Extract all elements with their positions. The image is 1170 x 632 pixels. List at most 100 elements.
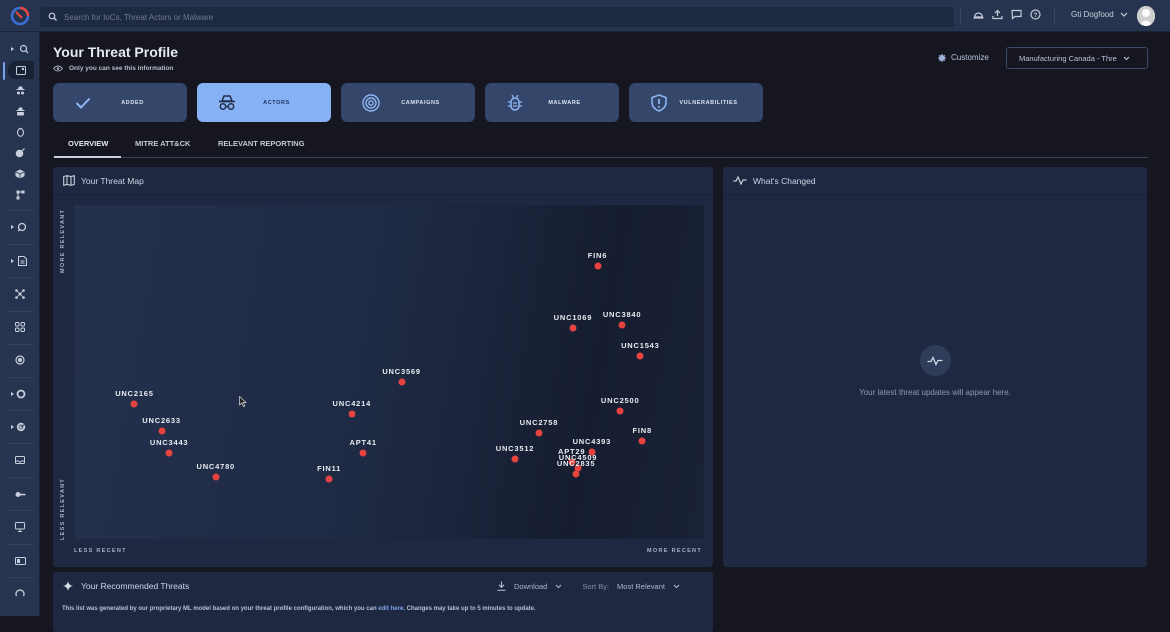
tab-overview[interactable]: OVERVIEW <box>68 139 108 148</box>
threat-actor-dot[interactable] <box>359 449 367 457</box>
threat-actor-dot[interactable] <box>130 400 138 408</box>
tab-relevant-reporting[interactable]: RELEVANT REPORTING <box>218 139 305 148</box>
note-text: This list was generated by our proprieta… <box>62 606 379 612</box>
sidebar-item-keys[interactable] <box>0 486 40 502</box>
sidebar-item-malware[interactable] <box>0 124 40 140</box>
threat-actor-label[interactable]: UNC4214 <box>333 399 372 408</box>
threat-actor-label[interactable]: FIN8 <box>633 426 652 435</box>
app-logo-icon[interactable] <box>10 6 30 26</box>
threat-actor-dot[interactable] <box>535 429 543 437</box>
sidebar-item-campaigns[interactable] <box>0 145 40 161</box>
eye-icon <box>53 65 63 72</box>
global-search[interactable] <box>40 7 954 27</box>
threat-actor-label[interactable]: UNC3443 <box>150 438 189 447</box>
recommended-threats-panel: Your Recommended Threats Download Sort B… <box>53 572 713 632</box>
card-label: CAMPAIGNS <box>401 99 440 106</box>
sidebar-item-monitor[interactable] <box>0 519 40 535</box>
sidebar <box>0 32 40 616</box>
pulse-icon <box>919 345 951 376</box>
card-campaigns[interactable]: CAMPAIGNS <box>341 83 475 122</box>
threat-actor-dot[interactable] <box>569 324 577 332</box>
avatar[interactable] <box>1137 6 1155 26</box>
card-malware[interactable]: MALWARE <box>485 83 619 122</box>
sidebar-item-radar[interactable] <box>1 419 41 435</box>
threat-actor-label[interactable]: UNC1069 <box>554 313 593 322</box>
whats-changed-title: What's Changed <box>753 175 816 186</box>
active-tab-indicator <box>54 156 121 158</box>
sidebar-item-actors-alt[interactable] <box>0 103 40 119</box>
threat-actor-label[interactable]: APT41 <box>349 438 376 447</box>
bell-dome-icon[interactable] <box>972 8 984 20</box>
threat-actor-label[interactable]: UNC2500 <box>601 396 640 405</box>
hunt-icon <box>17 222 27 232</box>
threat-actor-dot[interactable] <box>616 407 624 415</box>
threat-map-plot[interactable]: FIN6 UNC1069 UNC3840 UNC1543 UNC3569 UNC2165 U… <box>74 205 704 539</box>
sidebar-item-integrations[interactable] <box>0 319 40 335</box>
threat-actor-dot[interactable] <box>165 449 173 457</box>
sidebar-item-packages[interactable] <box>0 166 40 182</box>
threat-actor-dot[interactable] <box>636 352 644 360</box>
sidebar-divider <box>8 344 34 345</box>
sidebar-divider <box>8 443 34 444</box>
threat-profile-select[interactable]: Manufacturing Canada - Thre <box>1006 47 1148 69</box>
threat-profile-icon <box>16 65 26 75</box>
help-icon[interactable]: ? <box>1029 8 1041 20</box>
sidebar-item-reports[interactable] <box>2 253 42 269</box>
threat-actor-label[interactable]: FIN11 <box>317 464 341 473</box>
user-menu[interactable]: Gti Dogfood <box>1071 10 1128 19</box>
threat-actor-label[interactable]: UNC4393 <box>573 437 612 446</box>
threat-actor-dot[interactable] <box>638 437 646 445</box>
card-added[interactable]: ADDED <box>53 83 187 122</box>
edit-profile-link[interactable]: edit here <box>378 606 403 612</box>
threat-actor-dot[interactable] <box>398 378 406 386</box>
threat-actor-label[interactable]: UNC3840 <box>603 310 642 319</box>
threat-actor-dot[interactable] <box>325 475 333 483</box>
threat-actor-dot[interactable] <box>158 427 166 435</box>
chat-icon[interactable] <box>1010 8 1022 20</box>
sidebar-item-hunt[interactable] <box>2 219 42 235</box>
x-axis-left-label: LESS RECENT <box>74 548 127 554</box>
customize-button[interactable]: Customize <box>938 53 989 62</box>
threat-actor-label[interactable]: UNC4780 <box>196 462 235 471</box>
sort-select[interactable]: Most Relevant <box>617 582 680 591</box>
card-actors[interactable]: ACTORS <box>197 83 331 122</box>
threat-actor-label[interactable]: FIN6 <box>588 251 607 260</box>
sidebar-item-inbox[interactable] <box>0 452 40 468</box>
sidebar-item-refresh[interactable] <box>0 586 40 602</box>
mouse-cursor-icon <box>239 396 247 407</box>
sidebar-item-graph[interactable] <box>0 187 40 203</box>
sidebar-item-card[interactable] <box>0 553 40 569</box>
threat-actor-dot[interactable] <box>618 321 626 329</box>
threat-actor-dot[interactable] <box>572 470 580 478</box>
sidebar-item-threat-search[interactable] <box>4 41 44 57</box>
sidebar-item-threat-profile[interactable] <box>8 61 34 79</box>
threat-actor-dot[interactable] <box>212 473 220 481</box>
package-icon <box>15 169 25 179</box>
threat-actor-label[interactable]: UNC3512 <box>496 444 535 453</box>
recommended-actions: Download Sort By: Most Relevant <box>497 581 680 591</box>
threat-actor-dot[interactable] <box>594 262 602 270</box>
threat-actor-label[interactable]: UNC2165 <box>115 389 154 398</box>
threat-actor-label[interactable]: UNC2758 <box>520 418 559 427</box>
threat-actor-label[interactable]: UNC1543 <box>621 341 660 350</box>
sidebar-divider <box>8 577 34 578</box>
upload-icon[interactable] <box>991 8 1003 20</box>
threat-search-icon <box>19 44 29 54</box>
threat-actor-label[interactable]: UNC2835 <box>557 459 596 468</box>
card-vulnerabilities[interactable]: VULNERABILITIES <box>629 83 763 122</box>
sidebar-item-ring[interactable] <box>1 386 41 402</box>
tab-mitre-attack[interactable]: MITRE ATT&CK <box>135 139 190 148</box>
threat-actor-label[interactable]: UNC3569 <box>382 367 421 376</box>
sidebar-item-network[interactable] <box>0 286 40 302</box>
sidebar-item-target[interactable] <box>0 352 40 368</box>
download-button[interactable]: Download <box>497 581 562 591</box>
threat-actor-dot[interactable] <box>348 410 356 418</box>
page-title: Your Threat Profile <box>53 44 178 60</box>
integrations-icon <box>15 322 25 332</box>
threat-actor-label[interactable]: UNC2633 <box>142 416 181 425</box>
threat-actor-dot[interactable] <box>511 455 519 463</box>
sidebar-item-actors[interactable] <box>0 82 40 98</box>
threat-map-panel: Your Threat Map MORE RELEVANT LESS RELEV… <box>53 167 713 567</box>
search-input[interactable] <box>64 12 914 22</box>
x-axis-right-label: MORE RECENT <box>647 548 702 554</box>
